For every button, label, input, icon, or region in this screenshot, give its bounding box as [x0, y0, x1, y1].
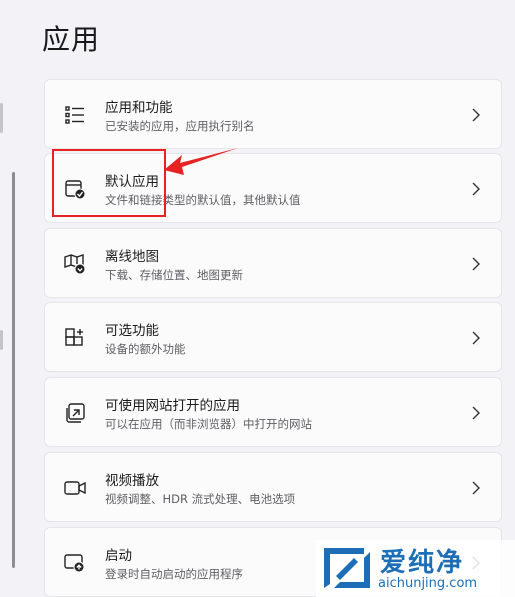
item-title: 可使用网站打开的应用	[105, 398, 240, 414]
watermark-url: aichunjing.com	[378, 576, 478, 591]
nav-edge-marker	[0, 330, 3, 350]
item-title: 可选功能	[105, 323, 159, 339]
settings-item-video-playback[interactable]: 视频播放 视频调整、HDR 流式处理、电池选项	[44, 452, 502, 522]
item-subtitle: 下载、存储位置、地图更新	[105, 268, 243, 282]
annotation-arrow-icon	[164, 148, 238, 175]
chevron-right-icon	[471, 107, 481, 123]
highlight-box	[52, 149, 166, 217]
chevron-right-icon	[471, 181, 481, 197]
item-title: 应用和功能	[105, 100, 173, 116]
optional-features-icon	[63, 326, 87, 350]
settings-item-offline-maps[interactable]: 离线地图 下载、存储位置、地图更新	[44, 228, 502, 298]
watermark-brand: 爱纯净	[380, 548, 465, 578]
chevron-right-icon	[471, 480, 481, 496]
startup-icon	[63, 551, 87, 575]
nav-edge-marker	[0, 103, 3, 133]
settings-item-optional-features[interactable]: 可选功能 设备的额外功能	[44, 302, 502, 372]
chevron-right-icon	[471, 405, 481, 421]
page-title: 应用	[42, 23, 101, 56]
item-subtitle: 设备的额外功能	[105, 342, 186, 356]
item-subtitle: 登录时自动启动的应用程序	[105, 567, 243, 581]
item-title: 视频播放	[105, 473, 159, 489]
watermark: 爱纯净 aichunjing.com	[316, 540, 515, 597]
item-subtitle: 视频调整、HDR 流式处理、电池选项	[105, 492, 296, 506]
item-title: 启动	[105, 548, 132, 564]
brand-logo-icon	[324, 548, 370, 588]
item-subtitle: 可以在应用（而非浏览器）中打开的网站	[105, 417, 312, 431]
chevron-right-icon	[471, 330, 481, 346]
scrollbar[interactable]	[12, 172, 15, 568]
offline-map-icon	[63, 252, 87, 276]
item-subtitle: 已安装的应用，应用执行别名	[105, 119, 255, 133]
settings-item-apps-for-websites[interactable]: 可使用网站打开的应用 可以在应用（而非浏览器）中打开的网站	[44, 377, 502, 447]
list-icon	[63, 103, 87, 127]
video-camera-icon	[63, 476, 87, 500]
settings-item-apps-features[interactable]: 应用和功能 已安装的应用，应用执行别名	[44, 79, 502, 149]
open-link-icon	[63, 401, 87, 425]
item-title: 离线地图	[105, 249, 159, 265]
chevron-right-icon	[471, 256, 481, 272]
